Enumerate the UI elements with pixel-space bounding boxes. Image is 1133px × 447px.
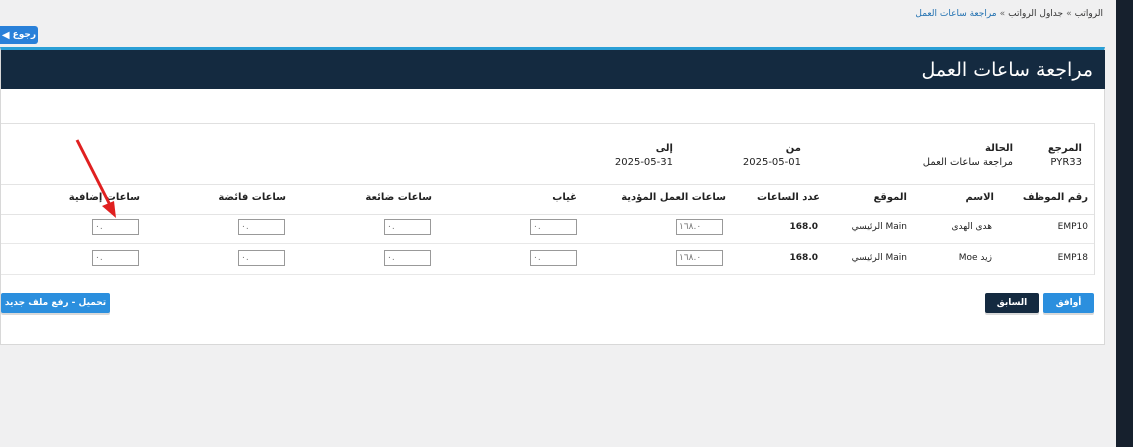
annotation-arrow-icon — [75, 139, 116, 218]
